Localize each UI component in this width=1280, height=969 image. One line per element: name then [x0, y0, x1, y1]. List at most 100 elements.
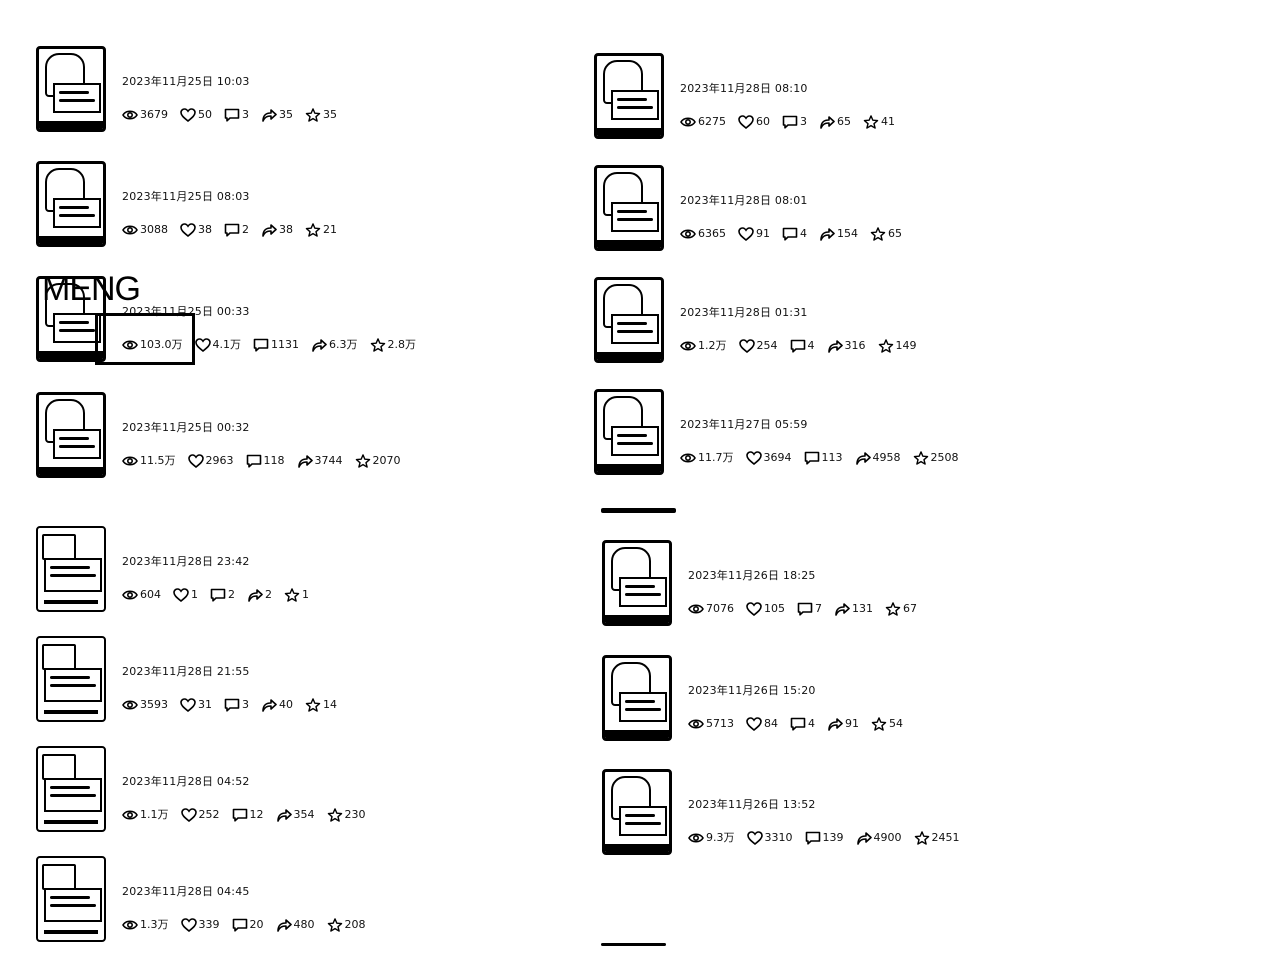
share-icon: [834, 602, 850, 616]
likes-stat: 2963: [188, 454, 234, 468]
share-icon: [819, 115, 835, 129]
likes-stat: 252: [181, 808, 220, 822]
portrait-shape: [42, 754, 76, 780]
highlight-box: [95, 313, 195, 365]
star-icon: [870, 227, 886, 241]
shares-stat: 40: [261, 698, 293, 712]
post-item[interactable]: 2023年11月28日 04:45 1.3万 339 20 480 208: [36, 856, 516, 946]
post-item[interactable]: 2023年11月28日 01:31 1.2万 254 4 316 149: [594, 277, 1074, 367]
post-item[interactable]: 2023年11月28日 21:55 3593 31 3 40 14: [36, 636, 516, 726]
comment-icon: [790, 339, 806, 353]
post-thumbnail[interactable]: [36, 46, 106, 132]
likes-stat: 1: [173, 588, 198, 602]
post-item[interactable]: 2023年11月27日 05:59 11.7万 3694 113 4958 2508: [594, 389, 1074, 479]
comment-icon: [232, 808, 248, 822]
likes-count: 1: [191, 588, 198, 601]
post-item[interactable]: 2023年11月26日 15:20 5713 84 4 91 54: [602, 655, 1082, 745]
likes-stat: 3694: [746, 451, 792, 465]
views-stat: 11.7万: [680, 451, 734, 465]
likes-stat: 4.1万: [195, 338, 241, 352]
post-stats: 3088 38 2 38 21: [122, 223, 349, 237]
post-item[interactable]: 2023年11月28日 08:01 6365 91 4 154 65: [594, 165, 1074, 255]
post-thumbnail[interactable]: [36, 392, 106, 478]
likes-stat: 91: [738, 227, 770, 241]
views-count: 1.1万: [140, 808, 169, 821]
likes-stat: 3310: [747, 831, 793, 845]
thumbnail-bar: [39, 121, 103, 129]
comments-count: 7: [815, 602, 822, 615]
star-icon: [913, 451, 929, 465]
post-item[interactable]: 2023年11月28日 04:52 1.1万 252 12 354 230: [36, 746, 516, 836]
likes-count: 254: [756, 339, 778, 352]
thumbnail-bar: [605, 730, 669, 738]
shares-count: 2: [265, 588, 272, 601]
views-stat: 5713: [688, 717, 734, 731]
star-icon: [370, 338, 386, 352]
eye-icon: [122, 808, 138, 822]
comment-icon: [804, 451, 820, 465]
post-thumbnail[interactable]: [602, 655, 672, 741]
post-item[interactable]: 2023年11月25日 08:03 3088 38 2 38 21: [36, 161, 516, 251]
favs-stat: 149: [878, 339, 917, 353]
comments-stat: 4: [790, 717, 815, 731]
eye-icon: [688, 717, 704, 731]
heart-icon: [746, 451, 762, 465]
post-thumbnail[interactable]: [36, 856, 106, 942]
star-icon: [914, 831, 930, 845]
post-thumbnail[interactable]: [594, 389, 664, 475]
shares-count: 38: [279, 223, 293, 236]
post-thumbnail[interactable]: [36, 526, 106, 612]
post-thumbnail[interactable]: [36, 161, 106, 247]
views-stat: 3088: [122, 223, 168, 237]
post-thumbnail[interactable]: [594, 165, 664, 251]
favs-count: 54: [889, 717, 903, 730]
post-thumbnail[interactable]: [36, 746, 106, 832]
comments-stat: 4: [790, 339, 815, 353]
post-item[interactable]: 2023年11月28日 23:42 604 1 2 2 1: [36, 526, 516, 616]
likes-count: 91: [756, 227, 770, 240]
shares-stat: 354: [276, 808, 315, 822]
comment-icon: [782, 115, 798, 129]
post-item[interactable]: 2023年11月25日 10:03 3679 50 3 35 35: [36, 46, 516, 136]
post-item[interactable]: 2023年11月26日 13:52 9.3万 3310 139 4900 2451: [602, 769, 1082, 859]
post-date: 2023年11月28日 04:45: [122, 885, 250, 898]
shares-stat: 131: [834, 602, 873, 616]
post-thumbnail[interactable]: [602, 769, 672, 855]
shares-count: 4900: [873, 831, 902, 844]
comments-count: 4: [807, 339, 815, 352]
thumbnail-bar: [605, 615, 669, 623]
post-item[interactable]: 2023年11月28日 08:10 6275 60 3 65 41: [594, 53, 1074, 143]
star-icon: [885, 602, 901, 616]
shares-count: 3744: [314, 454, 343, 467]
thumbnail-bar: [44, 930, 98, 934]
star-icon: [878, 339, 894, 353]
share-icon: [276, 808, 292, 822]
comments-stat: 139: [805, 831, 844, 845]
eye-icon: [688, 602, 704, 616]
post-thumbnail[interactable]: [594, 53, 664, 139]
post-date: 2023年11月28日 08:01: [680, 194, 808, 207]
views-stat: 9.3万: [688, 831, 735, 845]
caption-card: [611, 90, 659, 120]
thumbnail-bar: [597, 128, 661, 136]
post-thumbnail[interactable]: [594, 277, 664, 363]
post-stats: 7076 105 7 131 67: [688, 602, 929, 616]
views-count: 5713: [706, 717, 734, 730]
star-icon: [355, 454, 371, 468]
caption-card: [619, 692, 667, 722]
caption-card: [53, 83, 101, 113]
caption-card: [44, 778, 102, 812]
post-item[interactable]: 2023年11月25日 00:32 11.5万 2963 118 3744 2070: [36, 392, 516, 482]
comments-stat: 113: [804, 451, 843, 465]
comments-count: 3: [242, 698, 249, 711]
likes-stat: 105: [746, 602, 785, 616]
shares-count: 40: [279, 698, 293, 711]
favs-count: 21: [323, 223, 337, 236]
post-thumbnail[interactable]: [602, 540, 672, 626]
share-icon: [856, 831, 872, 845]
post-item[interactable]: 2023年11月26日 18:25 7076 105 7 131 67: [602, 540, 1082, 630]
eye-icon: [122, 588, 138, 602]
likes-count: 31: [198, 698, 212, 711]
post-thumbnail[interactable]: [36, 636, 106, 722]
caption-card: [44, 888, 102, 922]
